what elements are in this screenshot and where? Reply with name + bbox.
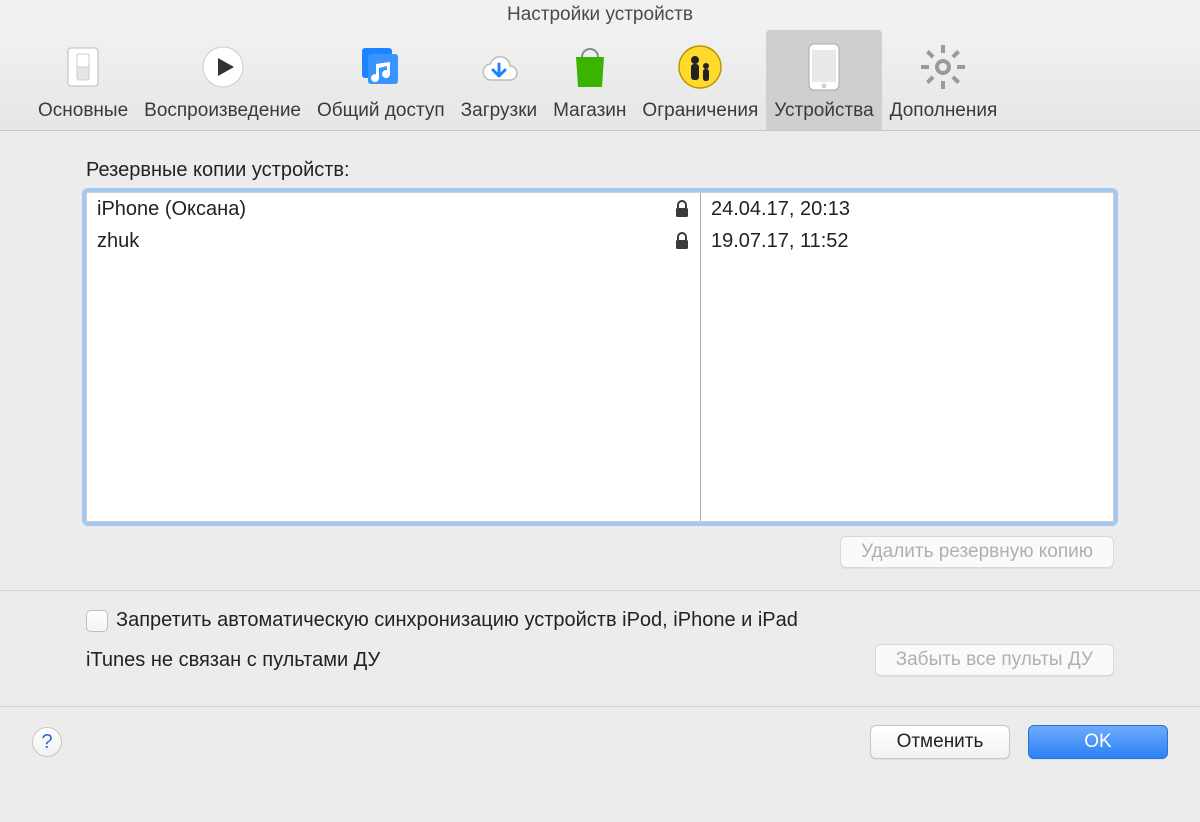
delete-backup-button[interactable]: Удалить резервную копию [840, 536, 1114, 568]
tab-label: Ограничения [642, 100, 758, 122]
tab-label: Магазин [553, 100, 626, 122]
backup-date: 19.07.17, 11:52 [701, 225, 1113, 257]
phone-icon [797, 40, 851, 94]
tab-advanced[interactable]: Дополнения [882, 30, 1006, 130]
backup-row[interactable]: zhuk [87, 225, 700, 257]
backup-row[interactable]: iPhone (Оксана) [87, 193, 700, 225]
tab-label: Воспроизведение [144, 100, 301, 122]
tab-playback[interactable]: Воспроизведение [136, 30, 309, 130]
backups-section-label: Резервные копии устройств: [86, 159, 1114, 182]
remotes-status-text: iTunes не связан с пультами ДУ [86, 649, 875, 672]
tab-label: Основные [38, 100, 128, 122]
window-title: Настройки устройств [0, 0, 1200, 30]
forget-remotes-button[interactable]: Забыть все пульты ДУ [875, 644, 1114, 676]
tab-devices[interactable]: Устройства [766, 30, 881, 130]
tab-label: Общий доступ [317, 100, 445, 122]
tab-restrictions[interactable]: Ограничения [634, 30, 766, 130]
music-stack-icon [354, 40, 408, 94]
tab-store[interactable]: Магазин [545, 30, 634, 130]
help-button[interactable]: ? [32, 727, 62, 757]
cloud-download-icon [472, 40, 526, 94]
tab-label: Устройства [774, 100, 873, 122]
lock-icon [674, 232, 690, 250]
backup-list[interactable]: iPhone (Оксана) zhuk 24.04.17, 20:13 19.… [86, 192, 1114, 522]
gear-icon [916, 40, 970, 94]
play-icon [196, 40, 250, 94]
tab-sharing[interactable]: Общий доступ [309, 30, 453, 130]
switch-icon [56, 40, 110, 94]
prevent-auto-sync-label: Запретить автоматическую синхронизацию у… [116, 609, 798, 632]
parental-icon [673, 40, 727, 94]
cancel-button[interactable]: Отменить [870, 725, 1010, 759]
divider [0, 590, 1200, 591]
tab-general[interactable]: Основные [30, 30, 136, 130]
backup-name: iPhone (Оксана) [97, 198, 674, 221]
tab-label: Дополнения [890, 100, 998, 122]
shopping-bag-icon [563, 40, 617, 94]
lock-icon [674, 200, 690, 218]
ok-button[interactable]: OK [1028, 725, 1168, 759]
backup-name: zhuk [97, 230, 674, 253]
backup-date: 24.04.17, 20:13 [701, 193, 1113, 225]
tab-downloads[interactable]: Загрузки [453, 30, 545, 130]
preferences-toolbar: Основные Воспроизведение Общий доступ За… [0, 30, 1200, 131]
tab-label: Загрузки [461, 100, 537, 122]
prevent-auto-sync-checkbox[interactable] [86, 610, 108, 632]
